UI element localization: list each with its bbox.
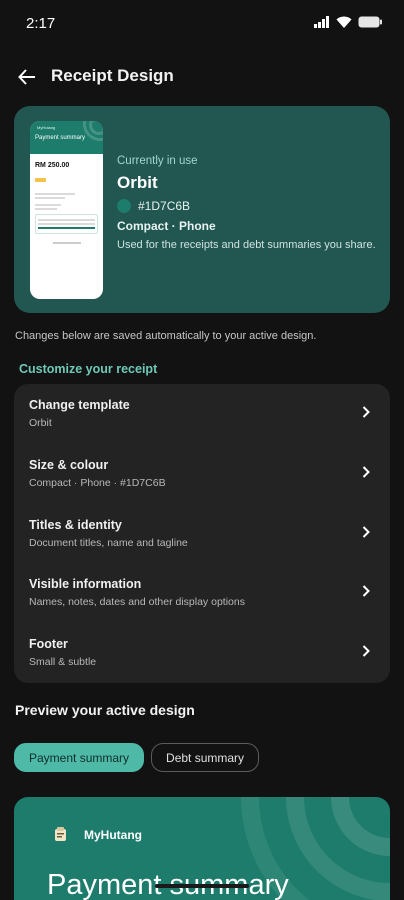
menu-item-title: Footer — [29, 637, 68, 652]
wifi-icon — [336, 16, 352, 28]
thumbnail-line — [38, 227, 95, 229]
back-button[interactable] — [14, 64, 40, 90]
thumbnail-amount: RM 250.00 — [35, 162, 70, 169]
signal-icon — [314, 16, 329, 28]
menu-item-change-template[interactable]: Change template Orbit — [14, 384, 390, 444]
status-time: 2:17 — [26, 15, 56, 32]
thumbnail-body: RM 250.00 — [30, 154, 103, 248]
thumbnail-line — [35, 204, 61, 206]
tab-debt-summary[interactable]: Debt summary — [151, 743, 260, 772]
menu-item-visible-information[interactable]: Visible information Names, notes, dates … — [14, 563, 390, 623]
menu-item-footer[interactable]: Footer Small & subtle — [14, 623, 390, 683]
thumbnail-line — [38, 223, 95, 225]
thumbnail-line — [38, 219, 95, 221]
menu-item-subtitle: Names, notes, dates and other display op… — [29, 596, 245, 609]
menu-item-title: Size & colour — [29, 457, 109, 472]
customize-menu: Change template Orbit Size & colour Comp… — [14, 384, 390, 683]
thumbnail-line — [35, 197, 65, 199]
template-name: Orbit — [117, 173, 158, 192]
preview-brand: MyHutang — [84, 828, 142, 842]
menu-item-title: Visible information — [29, 577, 142, 592]
size-label: Compact · Phone — [117, 219, 216, 233]
app-bar: Receipt Design — [0, 56, 404, 98]
receipt-thumbnail[interactable]: MyHutang Payment summary RM 250.00 — [30, 121, 103, 299]
status-icons — [314, 16, 382, 28]
color-swatch — [117, 199, 131, 213]
menu-item-subtitle: Document titles, name and tagline — [29, 536, 188, 549]
brand-logo-icon — [55, 827, 66, 841]
current-design-info: Currently in use Orbit #1D7C6B Compact ·… — [117, 155, 382, 253]
color-row: #1D7C6B — [117, 199, 382, 213]
thumbnail-footer — [52, 242, 81, 244]
thumbnail-status-chip — [35, 178, 46, 182]
chevron-right-icon — [362, 525, 370, 538]
tab-payment-summary[interactable]: Payment summary — [14, 743, 145, 772]
chevron-right-icon — [362, 645, 370, 657]
color-hex: #1D7C6B — [138, 199, 191, 213]
preview-title: Preview your active design — [15, 702, 195, 718]
menu-item-subtitle: Small & subtle — [29, 656, 97, 669]
menu-item-size-colour[interactable]: Size & colour Compact · Phone · #1D7C6B — [14, 444, 390, 504]
menu-item-titles-identity[interactable]: Titles & identity Document titles, name … — [14, 504, 390, 564]
menu-item-title: Change template — [29, 398, 130, 412]
preview-tabs: Payment summary Debt summary — [14, 743, 260, 772]
battery-icon — [358, 16, 382, 28]
chevron-right-icon — [362, 466, 370, 478]
autosave-note: Changes below are saved automatically to… — [15, 330, 317, 342]
thumbnail-header: MyHutang Payment summary — [30, 121, 103, 154]
thumbnail-title: Payment summary — [35, 135, 86, 141]
chevron-right-icon — [362, 585, 370, 598]
design-description: Used for the receipts and debt summaries… — [117, 239, 376, 251]
menu-item-title: Titles & identity — [29, 517, 122, 532]
customize-title: Customize your receipt — [19, 362, 158, 376]
home-indicator[interactable] — [155, 884, 249, 888]
chevron-right-icon — [362, 406, 370, 418]
thumbnail-brand: MyHutang — [37, 125, 56, 130]
arrow-back-icon — [18, 69, 35, 85]
thumbnail-line — [35, 193, 75, 195]
page-title: Receipt Design — [51, 66, 174, 85]
thumbnail-line — [35, 208, 57, 210]
menu-item-subtitle: Compact · Phone · #1D7C6B — [29, 476, 166, 489]
current-design-card: MyHutang Payment summary RM 250.00 Curre… — [14, 106, 390, 313]
thumbnail-summary-box — [35, 214, 98, 234]
status-bar: 2:17 — [0, 0, 404, 46]
menu-item-subtitle: Orbit — [29, 417, 52, 429]
current-label: Currently in use — [117, 155, 198, 167]
